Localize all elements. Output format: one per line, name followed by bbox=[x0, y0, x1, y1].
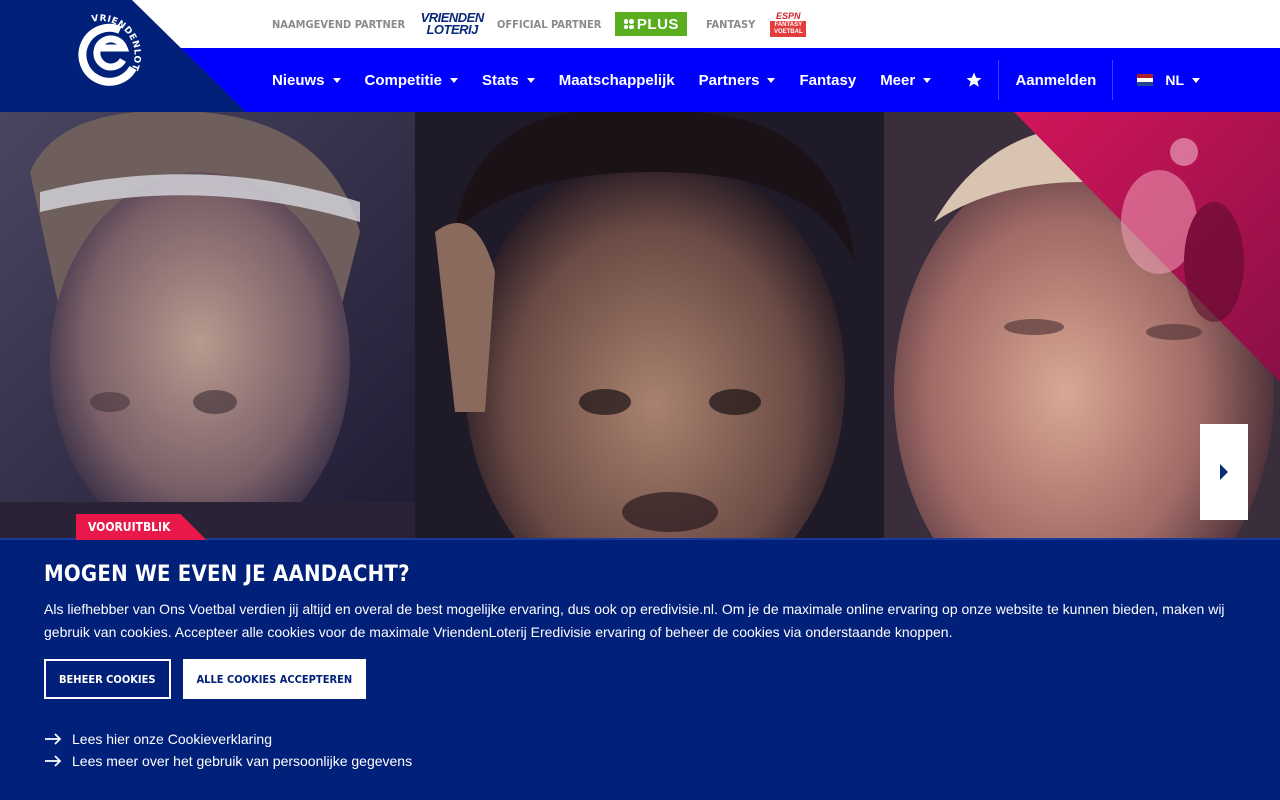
nav-menu: Nieuws Competitie Stats Maatschappelijk … bbox=[272, 48, 955, 112]
vriendenloterij-logo[interactable]: VRIENDEN LOTERIJ bbox=[419, 11, 485, 37]
nav-item-nieuws[interactable]: Nieuws bbox=[272, 72, 341, 89]
cookie-links: Lees hier onze Cookieverklaring Lees mee… bbox=[44, 731, 1236, 769]
player-photo-left bbox=[0, 112, 416, 540]
nav-item-competitie[interactable]: Competitie bbox=[365, 72, 459, 89]
cookie-banner: Mogen we even je aandacht? Als liefhebbe… bbox=[0, 538, 1280, 800]
nav-item-meer[interactable]: Meer bbox=[880, 72, 932, 89]
plus-dots-icon bbox=[623, 19, 634, 29]
nav-item-maatschappelijk[interactable]: Maatschappelijk bbox=[559, 72, 675, 89]
chevron-right-icon bbox=[1220, 464, 1228, 480]
star-icon bbox=[966, 72, 982, 87]
favorites-button[interactable] bbox=[950, 48, 998, 112]
cookie-buttons: Beheer cookies Alle cookies accepteren bbox=[44, 659, 1236, 699]
nav-item-partners[interactable]: Partners bbox=[699, 72, 776, 89]
cookie-description: Als liefhebber van Ons Voetbal verdien j… bbox=[44, 601, 1225, 640]
cookie-statement-link[interactable]: Lees hier onze Cookieverklaring bbox=[44, 731, 1236, 747]
login-button[interactable]: Aanmelden bbox=[999, 48, 1112, 112]
carousel-next-button[interactable] bbox=[1200, 424, 1248, 520]
nav-item-fantasy[interactable]: Fantasy bbox=[799, 72, 856, 89]
partner-label: Fantasy bbox=[706, 17, 756, 31]
caret-down-icon bbox=[1192, 77, 1200, 83]
manage-cookies-button[interactable]: Beheer cookies bbox=[44, 659, 171, 699]
netherlands-flag-icon bbox=[1137, 74, 1154, 86]
caret-down-icon bbox=[450, 77, 459, 83]
caret-down-icon bbox=[332, 77, 341, 83]
eredivisie-logo[interactable]: VRIENDENLOTERIJ bbox=[0, 0, 250, 112]
partner-vriendenloterij[interactable]: Naamgevend partner VRIENDEN LOTERIJ bbox=[272, 0, 485, 48]
nav-item-stats[interactable]: Stats bbox=[482, 72, 535, 89]
partner-plus[interactable]: Official partner PLUS bbox=[497, 0, 688, 48]
privacy-data-link[interactable]: Lees meer over het gebruik van persoonli… bbox=[44, 753, 1236, 769]
caret-down-icon bbox=[526, 77, 535, 83]
caret-down-icon bbox=[923, 77, 932, 83]
partner-fantasy[interactable]: Fantasy ESPN FANTASY VOETBAL bbox=[706, 0, 807, 48]
player-photo-center bbox=[415, 112, 885, 540]
language-selector[interactable]: NL bbox=[1113, 48, 1280, 112]
hero-carousel[interactable]: Vooruitblik bbox=[0, 112, 1280, 540]
partner-label: Official partner bbox=[497, 17, 602, 31]
espn-fantasy-logo[interactable]: ESPN FANTASY VOETBAL bbox=[769, 11, 807, 37]
cookie-title: Mogen we even je aandacht? bbox=[44, 562, 410, 587]
plus-logo[interactable]: PLUS bbox=[615, 12, 688, 36]
partner-label: Naamgevend partner bbox=[272, 17, 406, 31]
accept-all-cookies-button[interactable]: Alle cookies accepteren bbox=[182, 659, 367, 699]
nav-actions: Aanmelden NL bbox=[950, 48, 1280, 112]
caret-down-icon bbox=[767, 77, 776, 83]
arrow-right-icon bbox=[45, 733, 62, 745]
arrow-right-icon bbox=[45, 755, 62, 767]
